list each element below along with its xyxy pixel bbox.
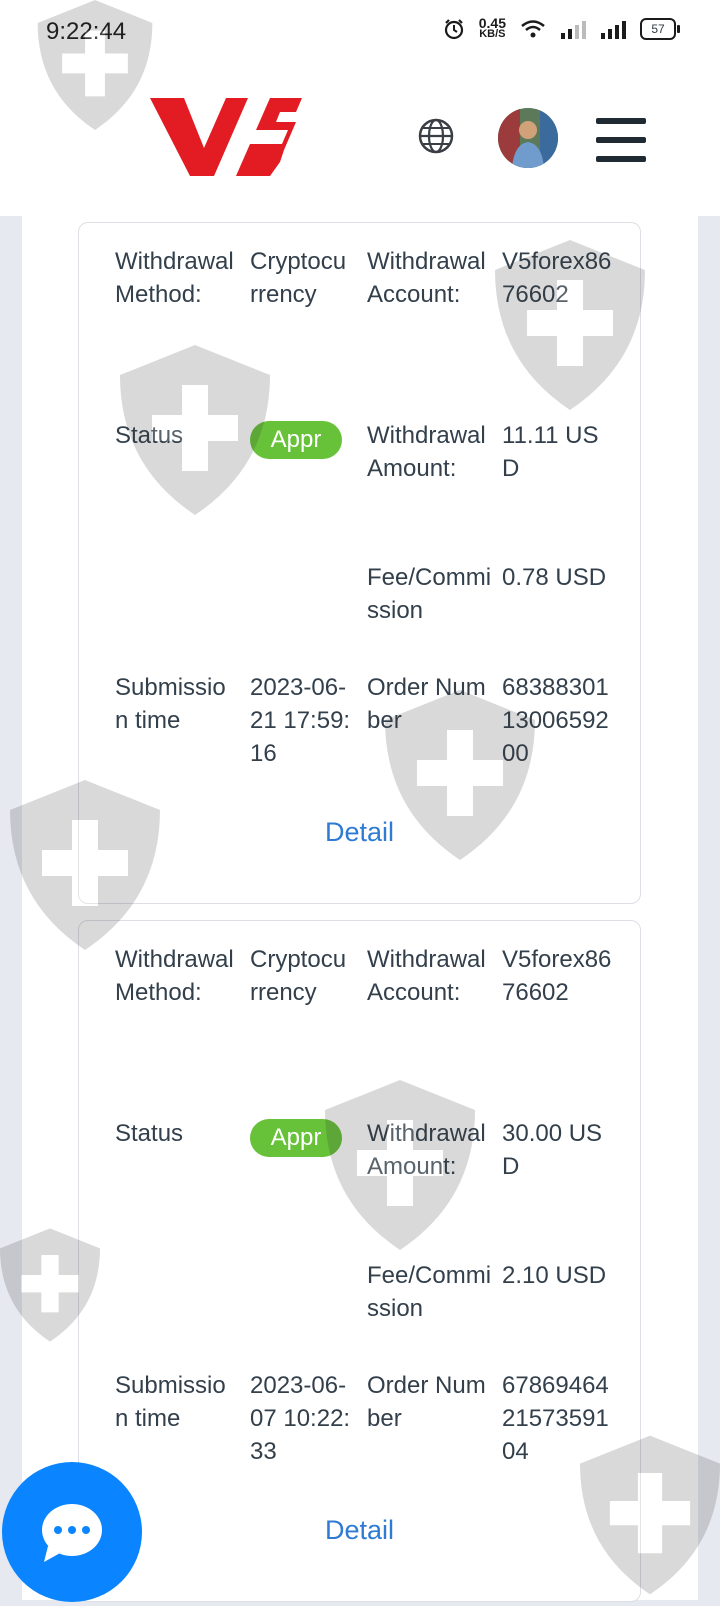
signal-icon-2 — [601, 21, 626, 39]
status-badge: Appr — [250, 421, 342, 459]
submission-time-value: 2023-06-07 10:22:33 — [250, 1372, 351, 1465]
withdrawal-account-label: Withdrawal Account: — [367, 946, 486, 1006]
order-number-label: Order Number — [367, 674, 486, 734]
detail-link[interactable]: Detail — [79, 1515, 640, 1546]
chat-button[interactable] — [2, 1462, 142, 1602]
avatar-photo — [498, 108, 558, 168]
avatar[interactable] — [498, 108, 558, 168]
alarm-icon — [444, 19, 463, 40]
signal-icon — [561, 21, 586, 39]
withdrawal-method-value: Cryptocurrency — [250, 248, 347, 308]
status-badge: Appr — [250, 1119, 342, 1157]
fee-commission-value: 2.10 USD — [502, 1262, 607, 1289]
globe-icon[interactable] — [418, 118, 454, 154]
status-time: 9:22:44 — [46, 18, 127, 45]
net-speed: 0.45 KB/S — [479, 16, 506, 40]
withdrawal-method-value: Cryptocurrency — [250, 946, 347, 1006]
status-label: Status — [115, 422, 184, 449]
withdrawal-method-label: Withdrawal Method: — [115, 248, 234, 308]
chat-icon — [42, 1504, 102, 1562]
status-bar: 9:22:44 0.45 KB/S 57 — [0, 0, 720, 62]
order-number-value: 683883011300659200 — [502, 674, 609, 767]
wifi-icon — [521, 20, 545, 38]
withdrawal-account-value: V5forex8676602 — [502, 946, 612, 1006]
net-speed-unit: KB/S — [479, 28, 506, 40]
status-icons: 0.45 KB/S 57 — [443, 16, 680, 40]
withdrawal-account-value: V5forex8676602 — [502, 248, 612, 308]
withdrawal-amount-label: Withdrawal Amount: — [367, 1120, 486, 1180]
withdrawal-amount-label: Withdrawal Amount: — [367, 422, 486, 482]
submission-time-label: Submission time — [115, 674, 226, 734]
fee-commission-label: Fee/Commission — [367, 564, 492, 624]
submission-time-label: Submission time — [115, 1372, 226, 1432]
submission-time-value: 2023-06-21 17:59:16 — [250, 674, 351, 767]
status-label: Status — [115, 1120, 184, 1147]
withdrawal-records-list: Withdrawal Method: Cryptocurrency Withdr… — [22, 216, 698, 1602]
withdrawal-amount-value: 11.11 USD — [502, 422, 599, 482]
withdrawal-account-label: Withdrawal Account: — [367, 248, 486, 308]
withdrawal-record-card: Withdrawal Method: Cryptocurrency Withdr… — [78, 920, 641, 1602]
order-number-value: 678694642157359104 — [502, 1372, 609, 1465]
withdrawal-method-label: Withdrawal Method: — [115, 946, 234, 1006]
battery-icon: 57 — [640, 18, 680, 40]
order-number-label: Order Number — [367, 1372, 486, 1432]
detail-link[interactable]: Detail — [79, 817, 640, 848]
withdrawal-amount-value: 30.00 USD — [502, 1120, 603, 1180]
hamburger-menu-icon[interactable] — [596, 118, 646, 162]
brand-logo[interactable] — [150, 92, 302, 180]
fee-commission-label: Fee/Commission — [367, 1262, 492, 1322]
fee-commission-value: 0.78 USD — [502, 564, 607, 591]
withdrawal-record-card: Withdrawal Method: Cryptocurrency Withdr… — [78, 222, 641, 904]
